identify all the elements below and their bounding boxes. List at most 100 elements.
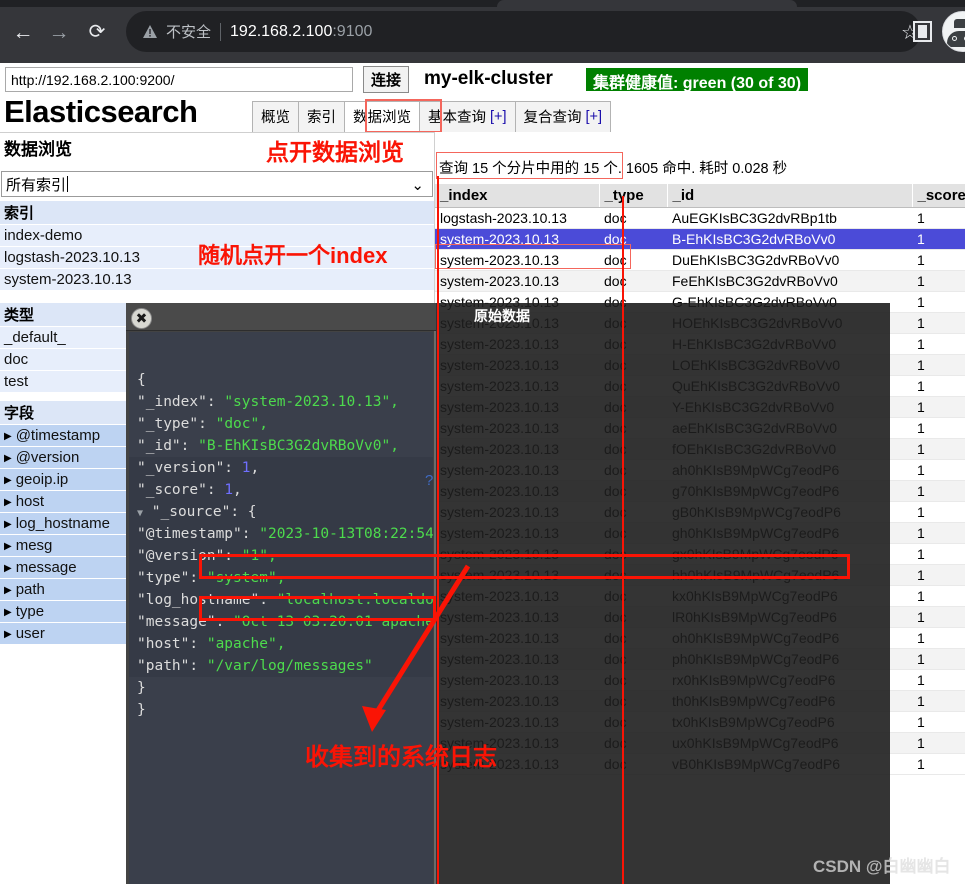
cell-score: 1 [912, 228, 965, 250]
cell-score: 1 [912, 732, 965, 754]
tab-overview[interactable]: 概览 [252, 101, 299, 133]
close-icon[interactable]: ✖ [131, 308, 152, 329]
cluster-name-label: my-elk-cluster [424, 68, 553, 89]
field-label: geoip.ip [15, 471, 69, 488]
sidebar-indices-section: 索引 index-demo logstash-2023.10.13 system… [0, 201, 434, 291]
back-icon[interactable]: ← [8, 17, 38, 47]
list-item[interactable]: index-demo [0, 225, 434, 247]
json-value-sversion: "1", [241, 547, 277, 564]
json-line-type: "_type": "doc", [137, 415, 268, 432]
tab-indices-label: 索引 [307, 110, 336, 126]
list-item[interactable]: ▶ type [0, 601, 128, 623]
cell-score: 1 [912, 396, 965, 418]
profile-avatar-icon[interactable] [942, 11, 965, 52]
triangle-right-icon: ▶ [4, 607, 12, 618]
tab-composite-query-label: 复合查询 [523, 110, 582, 126]
column-header-index[interactable]: _index [435, 184, 600, 208]
list-item[interactable]: ▶ message [0, 557, 128, 579]
sidebar-blank-area [0, 703, 128, 892]
column-header-id[interactable]: _id [667, 184, 913, 208]
triangle-down-icon[interactable]: ▼ [137, 508, 143, 519]
table-row[interactable]: system-2023.10.13 doc FeEhKIsBC3G2dvRBoVv0… [435, 270, 965, 292]
cell-score: 1 [912, 543, 965, 565]
connect-button[interactable]: 连接 [363, 66, 409, 93]
tab-basic-query-plus[interactable]: [+] [490, 109, 507, 125]
reload-icon[interactable]: ⟳ [82, 17, 112, 47]
list-item[interactable]: ▶ host [0, 491, 128, 513]
list-item[interactable]: logstash-2023.10.13 [0, 247, 434, 269]
tab-composite-query-plus[interactable]: [+] [586, 109, 603, 125]
es-tab-list: 概览 索引 数据浏览 基本查询 [+] 复合查询 [+] [252, 101, 612, 133]
list-item[interactable]: ▶ mesg [0, 535, 128, 557]
tab-basic-query-label: 基本查询 [428, 110, 486, 126]
list-item[interactable]: system-2023.10.13 [0, 269, 434, 291]
extension-icon[interactable] [913, 21, 932, 42]
address-bar-url: 192.168.2.100:9100 [230, 23, 372, 41]
json-line-index: "_index": "system-2023.10.13", [137, 393, 399, 410]
warning-triangle-icon [142, 24, 158, 40]
json-value-type: "doc", [215, 415, 268, 432]
json-value-index: "system-2023.10.13", [224, 393, 399, 410]
json-code-block: { "_index": "system-2023.10.13", "_type"… [129, 347, 433, 721]
json-value-stype: "system", [206, 569, 286, 586]
list-item[interactable]: ▶ log_hostname [0, 513, 128, 535]
json-line-id: "_id": "B-EhKIsBC3G2dvRBoVv0", [137, 437, 399, 454]
list-item[interactable]: _default_ [0, 327, 128, 349]
cell-score: 1 [912, 585, 965, 607]
field-label: @version [15, 449, 80, 466]
json-line-loghostname: "log_hostname": "localhost.localdomain", [129, 588, 433, 611]
tab-basic-query[interactable]: 基本查询 [+] [420, 101, 516, 133]
tab-data-browse[interactable]: 数据浏览 [345, 101, 420, 133]
list-item[interactable]: ▶ user [0, 623, 128, 645]
chevron-down-icon[interactable]: ⌄ [411, 176, 424, 194]
list-item[interactable]: doc [0, 349, 128, 371]
cell-score: 1 [912, 627, 965, 649]
list-item[interactable]: ▶ geoip.ip [0, 469, 128, 491]
index-select-value: 所有索引 [6, 176, 67, 194]
avatar-eye-left [952, 36, 957, 41]
cell-index: system-2023.10.13 [435, 249, 599, 271]
address-bar[interactable]: 不安全 192.168.2.100:9100 [126, 11, 921, 52]
list-item[interactable]: ▶ @timestamp [0, 425, 128, 447]
json-line-sversion: "@version": "1", [129, 544, 433, 567]
field-label: log_hostname [15, 515, 110, 532]
forward-icon[interactable]: → [44, 17, 74, 47]
tab-data-browse-label: 数据浏览 [353, 110, 411, 126]
help-question-icon[interactable]: ? [425, 472, 433, 489]
json-value-score: 1 [224, 481, 234, 498]
es-url-input[interactable] [5, 67, 353, 92]
field-label: user [15, 625, 45, 642]
field-label: host [15, 493, 45, 510]
cell-score: 1 [912, 669, 965, 691]
json-line-open: { [137, 371, 146, 388]
list-item[interactable]: ▶ @version [0, 447, 128, 469]
column-header-type[interactable]: _type [599, 184, 668, 208]
column-header-score[interactable]: _score [912, 184, 965, 208]
cell-score: 1 [912, 354, 965, 376]
json-line-message: "message": "Oct 13 03:20:01 apache syste… [129, 610, 433, 633]
tab-indices[interactable]: 索引 [299, 101, 345, 133]
cell-score: 1 [912, 291, 965, 313]
es-title-bar: Elasticsearch 概览 索引 数据浏览 基本查询 [+] 复合查询 [… [0, 94, 965, 133]
table-row[interactable]: system-2023.10.13 doc DuEhKIsBC3G2dvRBoVv0… [435, 249, 965, 271]
list-item[interactable]: test [0, 371, 128, 393]
cell-score: 1 [912, 459, 965, 481]
browser-tab[interactable] [497, 0, 797, 7]
table-row[interactable]: logstash-2023.10.13 doc AuEGKIsBC3G2dvRBp1… [435, 207, 965, 229]
indices-heading: 索引 [0, 201, 434, 225]
url-port: :9100 [332, 22, 373, 40]
json-line-host: "host": "apache", [129, 632, 433, 655]
list-item[interactable]: ▶ path [0, 579, 128, 601]
browser-chrome: ← → ⟳ 不安全 192.168.2.100:9100 ☆ [0, 0, 965, 63]
tab-composite-query[interactable]: 复合查询 [+] [515, 101, 612, 133]
cell-score: 1 [912, 690, 965, 712]
index-select[interactable]: 所有索引 ⌄ [1, 171, 433, 197]
json-line-source: ▼ "_source": { [129, 500, 433, 523]
triangle-right-icon: ▶ [4, 585, 12, 596]
table-row[interactable]: system-2023.10.13 doc B-EhKIsBC3G2dvRBoVv0… [435, 228, 965, 250]
cell-score: 1 [912, 438, 965, 460]
cluster-health-badge: 集群健康值: green (30 of 30) [586, 68, 809, 92]
json-value-host: "apache", [206, 635, 286, 652]
cell-type: doc [599, 228, 667, 250]
json-line-version: "_version": 1, [129, 456, 433, 479]
